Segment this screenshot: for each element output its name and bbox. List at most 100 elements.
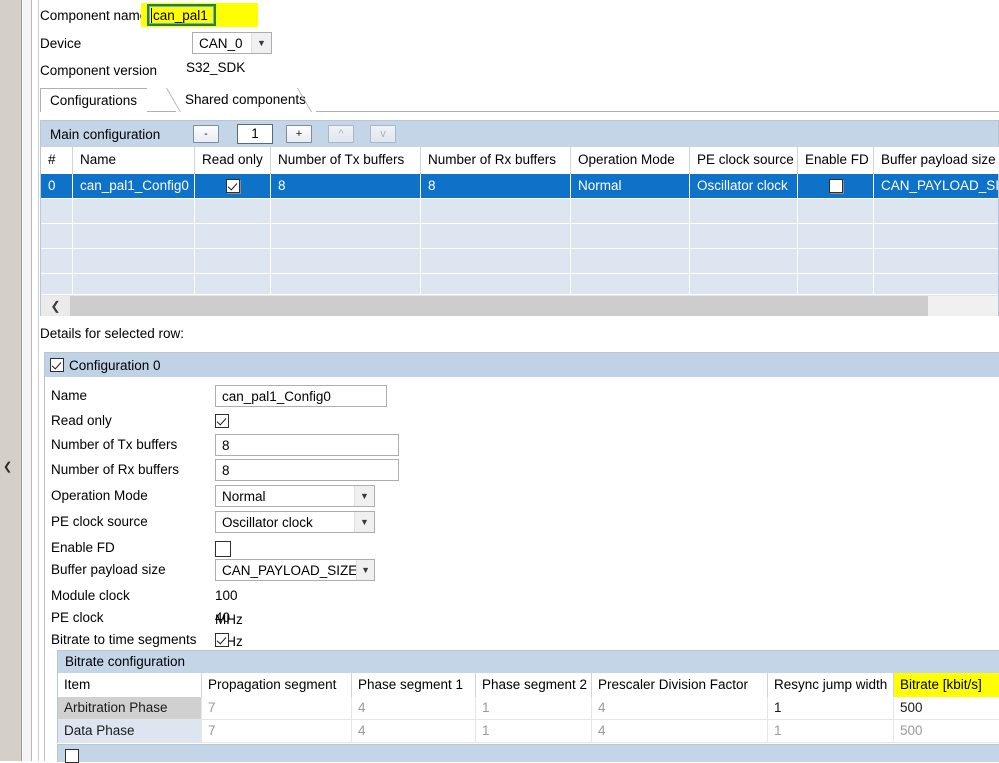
enable-fd-field-checkbox[interactable] [215, 541, 231, 557]
chevron-down-icon[interactable]: ▼ [354, 486, 374, 506]
bitrate-column-bitrate[interactable]: Bitrate [kbit/s] [894, 673, 999, 697]
column-header-name[interactable]: Name [73, 147, 195, 174]
buffer-payload-size-select[interactable]: CAN_PAYLOAD_SIZE_8 ▼ [215, 559, 375, 581]
cell-empty [571, 274, 690, 295]
pe-clock-source-select[interactable]: Oscillator clock ▼ [215, 511, 375, 533]
bitrate-cell-bitrate: 500 [894, 697, 999, 720]
component-editor-page: Component name Device CAN_0 ▼ Component … [40, 0, 999, 763]
cell-empty [571, 224, 690, 248]
column-header-buffer-payload-size[interactable]: Buffer payload size [874, 147, 999, 174]
bitrate-column-propagation-segment[interactable]: Propagation segment [202, 673, 352, 697]
column-header-read-only[interactable]: Read only [195, 147, 271, 174]
bitrate-column-item[interactable]: Item [58, 673, 202, 697]
component-name-row: Component name [40, 5, 147, 27]
bitrate-table-header: Item Propagation segment Phase segment 1… [58, 673, 999, 698]
pe-clock-label: PE clock [51, 610, 104, 625]
tab-configurations-label: Configurations [50, 93, 138, 108]
bitrate-cell-resync-jump-width: 1 [768, 697, 894, 720]
operation-mode-select[interactable]: Normal ▼ [215, 485, 375, 507]
cell-empty [874, 224, 999, 248]
cell-operation-mode: Normal [571, 174, 690, 198]
text-caret [151, 8, 152, 23]
table-row-empty[interactable] [41, 249, 998, 274]
component-name-input[interactable] [149, 6, 214, 24]
main-configuration-title: Main configuration [50, 126, 161, 142]
cell-enable-fd[interactable] [798, 174, 874, 198]
column-header-enable-fd[interactable]: Enable FD [798, 147, 874, 174]
add-configuration-button[interactable]: + [286, 125, 312, 143]
read-only-field-checkbox[interactable] [215, 414, 229, 428]
tab-strip: Configurations Shared components [40, 88, 999, 112]
bitrate-cell-phase-segment-2: 1 [476, 720, 592, 743]
read-only-field-label: Read only [51, 413, 112, 428]
configurations-table-header: # Name Read only Number of Tx buffers Nu… [41, 147, 999, 175]
configuration-section-header[interactable]: Configuration 0 [45, 353, 999, 377]
configuration-enabled-checkbox[interactable] [50, 358, 64, 372]
chevron-left-icon[interactable]: ❮ [41, 296, 70, 316]
device-select[interactable]: CAN_0 ▼ [192, 32, 272, 54]
column-header-index[interactable]: # [41, 147, 73, 174]
cell-read-only[interactable] [195, 174, 271, 198]
buffer-payload-size-field-label: Buffer payload size [51, 562, 166, 577]
read-only-checkbox[interactable] [225, 179, 240, 194]
chevron-down-icon[interactable]: ▼ [251, 33, 271, 53]
move-up-button[interactable]: ^ [328, 125, 354, 143]
bitrate-cell-resync-jump-width: 1 [768, 720, 894, 743]
next-section-header [57, 744, 999, 762]
horizontal-scrollbar[interactable]: ❮ [41, 295, 998, 316]
bitrate-cell-phase-segment-1: 4 [352, 697, 476, 720]
configurations-table-body: 0 can_pal1_Config0 8 8 Normal Oscillator… [41, 174, 999, 295]
bitrate-column-prescaler-division-factor[interactable]: Prescaler Division Factor [592, 673, 768, 697]
rx-buffers-field[interactable] [215, 459, 399, 481]
move-down-button[interactable]: v [370, 125, 396, 143]
left-rail-secondary [23, 0, 32, 761]
left-collapsed-rail[interactable]: ❮ [0, 0, 22, 761]
cell-pe-clock-source: Oscillator clock [690, 174, 798, 198]
bitrate-to-time-segments-label: Bitrate to time segments [51, 632, 197, 647]
tab-slant-divider-1 [297, 88, 313, 112]
scrollbar-thumb[interactable] [70, 296, 928, 316]
collapse-left-panel-icon[interactable]: ❮ [3, 462, 12, 473]
bitrate-cell-item: Data Phase [58, 720, 202, 743]
cell-empty [798, 274, 874, 295]
tab-shared-components[interactable]: Shared components [176, 88, 316, 112]
column-header-operation-mode[interactable]: Operation Mode [571, 147, 690, 174]
cell-empty [690, 224, 798, 248]
bitrate-cell-item: Arbitration Phase [58, 697, 202, 720]
bitrate-column-phase-segment-2[interactable]: Phase segment 2 [476, 673, 592, 697]
table-row-empty[interactable] [41, 199, 998, 224]
bitrate-table-row[interactable]: Data Phase 7 4 1 4 1 500 [58, 720, 999, 743]
table-row-empty[interactable] [41, 224, 998, 249]
bitrate-to-time-segments-checkbox[interactable] [215, 633, 229, 647]
chevron-down-icon[interactable]: ▼ [356, 560, 374, 580]
details-panel: Configuration 0 Name Read only Number of… [44, 352, 999, 763]
cell-rx-buffers: 8 [421, 174, 571, 198]
table-row[interactable]: 0 can_pal1_Config0 8 8 Normal Oscillator… [41, 174, 999, 199]
chevron-down-icon[interactable]: ▼ [354, 512, 374, 532]
cell-empty [41, 274, 73, 295]
bitrate-configuration-panel: Bitrate configuration Item Propagation s… [57, 650, 999, 743]
column-header-tx-buffers[interactable]: Number of Tx buffers [271, 147, 421, 174]
cell-empty [571, 199, 690, 223]
tx-buffers-field[interactable] [215, 434, 399, 456]
bitrate-table-row[interactable]: Arbitration Phase 7 4 1 4 1 500 [58, 697, 999, 720]
cell-empty [271, 224, 421, 248]
column-header-pe-clock-source[interactable]: PE clock source [690, 147, 798, 174]
name-field[interactable] [215, 385, 387, 407]
cell-empty [874, 274, 999, 295]
cell-empty [421, 274, 571, 295]
operation-mode-value: Normal [222, 488, 266, 504]
component-name-label: Component name [40, 8, 148, 23]
enable-fd-checkbox[interactable] [828, 179, 843, 194]
tab-configurations[interactable]: Configurations [40, 88, 148, 112]
configuration-count-input[interactable]: 1 [237, 124, 273, 144]
remove-configuration-button[interactable]: - [193, 125, 219, 143]
cell-empty [73, 199, 195, 223]
bitrate-column-resync-jump-width[interactable]: Resync jump width [768, 673, 894, 697]
table-row-empty[interactable] [41, 274, 998, 295]
bitrate-column-phase-segment-1[interactable]: Phase segment 1 [352, 673, 476, 697]
left-rail-tertiary [33, 0, 39, 761]
enable-fd-field-label: Enable FD [51, 540, 115, 555]
column-header-rx-buffers[interactable]: Number of Rx buffers [421, 147, 571, 174]
cell-empty [874, 199, 999, 223]
